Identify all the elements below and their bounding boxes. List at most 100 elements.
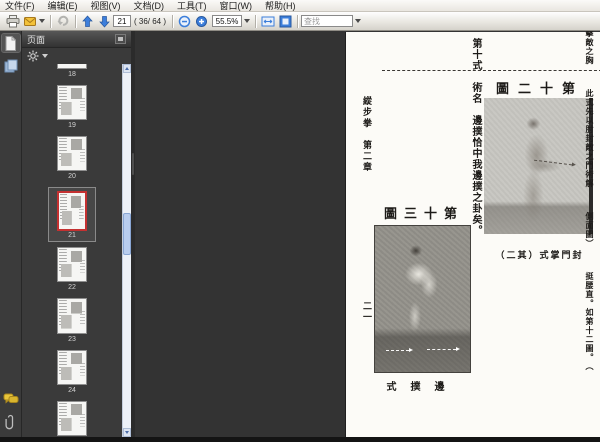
- thumbnail-scrollbar[interactable]: [122, 64, 131, 437]
- page-number-input[interactable]: [113, 15, 131, 27]
- fit-width-icon: [261, 16, 275, 26]
- splitter-grip-icon: [132, 153, 134, 175]
- scroll-down-button[interactable]: [123, 428, 131, 437]
- thumbnail-label: 19: [68, 121, 76, 129]
- menu-item-view[interactable]: 视图(V): [91, 0, 121, 12]
- previous-page-button[interactable]: [79, 13, 96, 29]
- comments-panel-button[interactable]: [2, 390, 20, 408]
- thumbnail-label: 22: [68, 284, 76, 292]
- full-screen-button[interactable]: [277, 13, 294, 29]
- thumbnail-page-18[interactable]: [57, 64, 87, 69]
- bottom-bar: [0, 437, 600, 442]
- previous-view-icon: [57, 15, 69, 26]
- print-button[interactable]: [4, 13, 22, 29]
- panel-options-bar: [22, 48, 131, 64]
- thumbnail-label: 18: [68, 70, 76, 78]
- text-column: 戶。迅即出掌擊敵之胸: [477, 31, 596, 65]
- thumbnail-selection-box[interactable]: 21: [48, 187, 96, 242]
- options-dropdown-caret-icon[interactable]: [42, 54, 48, 58]
- email-button[interactable]: [22, 13, 47, 29]
- full-screen-icon: [279, 15, 292, 27]
- page-number-chinese: 二一: [361, 301, 371, 323]
- figure-13-photo: [374, 225, 471, 373]
- scrollbar-track[interactable]: [123, 73, 131, 428]
- dashed-arrow-icon: [386, 348, 413, 353]
- thumbnail-page-25[interactable]: [57, 400, 87, 436]
- comments-icon: [3, 393, 18, 404]
- page-range-label: ( 36/ 64 ): [134, 16, 167, 26]
- panel-menu-button[interactable]: [115, 34, 126, 44]
- thumbnail-page-21-selected[interactable]: [57, 191, 87, 231]
- scanned-page: 圖二十第 恰中我邊撲之卦矣。 第十式 術名 邊撲 用法 爲出其不意之法。 說明 …: [346, 31, 600, 437]
- scroll-up-arrow-icon: [125, 67, 129, 70]
- running-title: 縱步拳 第二章: [361, 96, 371, 173]
- zoom-in-button[interactable]: [193, 13, 210, 29]
- previous-view-button[interactable]: [54, 13, 72, 29]
- thumbnail-page-19[interactable]: [57, 84, 87, 120]
- bookmarks-panel-button[interactable]: [2, 57, 20, 75]
- dashed-arrow-icon: [427, 346, 460, 351]
- thumbnail-label: 23: [68, 335, 76, 343]
- fit-width-button[interactable]: [259, 13, 277, 29]
- pages-icon: [5, 35, 16, 51]
- envelope-icon: [24, 17, 36, 26]
- next-page-button[interactable]: [96, 13, 113, 29]
- thumbnail-page-24[interactable]: [57, 349, 87, 385]
- thumbnail-label: 21: [68, 232, 76, 239]
- zoom-level-select[interactable]: 55.5%: [210, 13, 252, 29]
- thumbnail-page-23[interactable]: [57, 298, 87, 334]
- text-column: 此式先以肘封敵之門: [585, 89, 595, 170]
- zoom-out-icon: [178, 15, 191, 27]
- up-arrow-icon: [82, 14, 93, 27]
- text-column: 用法 爲出其不意之法。: [371, 31, 483, 38]
- search-dropdown-caret-icon[interactable]: [355, 19, 362, 23]
- thumbnail-list-area: 18 19 20 21 22 23 24: [22, 64, 131, 437]
- text-column: 側面圖）: [585, 212, 595, 248]
- attachments-panel-button[interactable]: [2, 413, 20, 431]
- document-pane[interactable]: 圖二十第 恰中我邊撲之卦矣。 第十式 術名 邊撲 用法 爲出其不意之法。 說明 …: [135, 31, 600, 437]
- zoom-out-button[interactable]: [176, 13, 193, 29]
- menu-item-file[interactable]: 文件(F): [5, 0, 35, 12]
- toolbar-separator: [75, 14, 76, 28]
- gear-icon[interactable]: [27, 50, 39, 62]
- toolbar-separator: [297, 14, 299, 28]
- menu-bar: 文件(F) 编辑(E) 视图(V) 文档(D) 工具(T) 窗口(W) 帮助(H…: [0, 0, 600, 12]
- text-column: 挺腰直。如第十二圖。（: [585, 272, 595, 371]
- content-area: 页面 18 19 20 21 22 23 24 圖二十第 恰中我邊撲之卦矣。 第…: [0, 31, 600, 437]
- figure-13-heading: 圖三十第: [384, 207, 465, 222]
- text-column: 術解: [585, 170, 595, 188]
- text-column: 第十式 術名 邊撲: [470, 38, 481, 137]
- printer-icon: [6, 14, 20, 27]
- pages-panel: 页面 18 19 20 21 22 23 24: [22, 31, 131, 437]
- thumbnail-page-20[interactable]: [57, 135, 87, 171]
- pdf-viewer-window: 文件(F) 编辑(E) 视图(V) 文档(D) 工具(T) 窗口(W) 帮助(H…: [0, 0, 600, 442]
- zoom-level-value: 55.5%: [212, 15, 243, 27]
- search-input[interactable]: [301, 15, 354, 27]
- bookmarks-icon: [4, 59, 17, 73]
- menu-item-help[interactable]: 帮助(H): [265, 0, 296, 12]
- email-dropdown-caret-icon[interactable]: [39, 19, 45, 23]
- menu-item-edit[interactable]: 编辑(E): [48, 0, 78, 12]
- navigation-icon-strip: [0, 31, 22, 437]
- thumbnail-page-22[interactable]: [57, 247, 87, 283]
- thumbnail-label: 20: [68, 173, 76, 180]
- technique-explanation-text-block: 挺腰直。如第十二圖。（ 側面圖） 術解 此式先以肘封敵之門 戶。迅即出掌擊敵之胸…: [468, 31, 596, 371]
- menu-item-window[interactable]: 窗口(W): [220, 0, 253, 12]
- menu-item-tools[interactable]: 工具(T): [177, 0, 207, 12]
- pages-panel-button[interactable]: [0, 33, 21, 53]
- thumbnail-list: 18 19 20 21 22 23 24: [22, 64, 122, 437]
- toolbar-separator: [172, 14, 174, 28]
- zoom-dropdown-caret-icon[interactable]: [244, 19, 251, 23]
- paperclip-icon: [5, 414, 14, 430]
- figure-13-caption: 式撲邊: [386, 382, 459, 393]
- figure-12-caption: （二其）式掌門封: [495, 251, 584, 261]
- panel-menu-icon: [118, 37, 123, 41]
- menu-item-document[interactable]: 文档(D): [134, 0, 165, 12]
- toolbar-separator: [255, 14, 257, 28]
- toolbar-separator: [50, 14, 51, 28]
- zoom-in-icon: [196, 15, 208, 27]
- scrollbar-thumb[interactable]: [123, 213, 131, 255]
- scroll-down-arrow-icon: [125, 431, 129, 434]
- scroll-up-button[interactable]: [123, 64, 131, 73]
- down-arrow-icon: [99, 15, 110, 28]
